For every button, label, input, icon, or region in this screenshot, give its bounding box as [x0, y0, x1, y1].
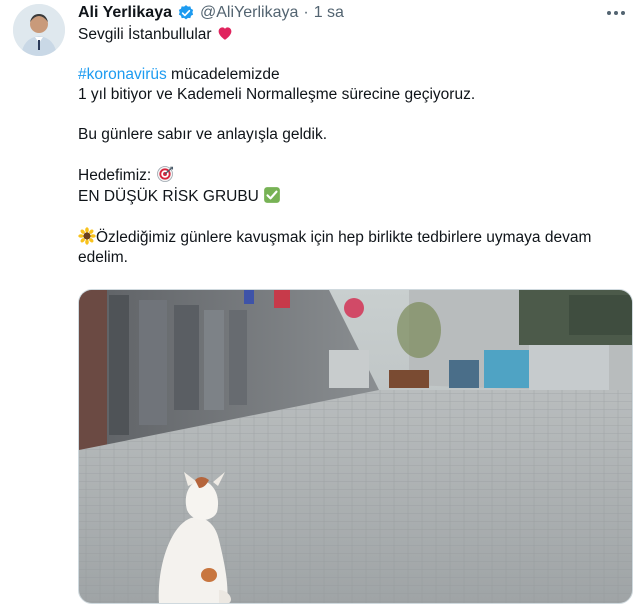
tweet-line-hashtag: #koronavirüs mücadelemizde: [78, 65, 633, 85]
tweet-text: Sevgili İstanbullular #koronavirüs mücad…: [78, 24, 633, 268]
tweet-line-risk-group: EN DÜŞÜK RİSK GRUBU: [78, 186, 633, 207]
check-emoji-icon: [263, 186, 281, 204]
author-name[interactable]: Ali Yerlikaya: [78, 4, 172, 22]
tweet-line-patience: Bu günlere sabır ve anlayışla geldik.: [78, 126, 328, 143]
goal-label: Hedefimiz:: [78, 167, 152, 184]
hashtag-followup-text: mücadelemizde: [166, 66, 280, 83]
avatar[interactable]: [13, 4, 65, 56]
author-handle[interactable]: @AliYerlikaya: [200, 4, 298, 22]
tweet-line-greeting: Sevgili İstanbullular: [78, 24, 633, 45]
tweet-header: Ali Yerlikaya @AliYerlikaya · 1 sa: [78, 2, 344, 24]
more-options-icon[interactable]: [604, 2, 628, 24]
tweet-line-closing: Özlediğimiz günlere kavuşmak için hep bi…: [78, 227, 633, 268]
tweet-timestamp[interactable]: 1 sa: [314, 4, 344, 22]
verified-badge-icon: [177, 4, 195, 22]
greeting-text: Sevgili İstanbullular: [78, 26, 212, 43]
sunflower-emoji-icon: [78, 227, 96, 245]
separator-dot: ·: [303, 4, 309, 21]
target-emoji-icon: [156, 165, 174, 183]
risk-group-text: EN DÜŞÜK RİSK GRUBU: [78, 188, 259, 205]
street-cat-photo: [79, 290, 632, 603]
closing-text: Özlediğimiz günlere kavuşmak için hep bi…: [78, 229, 592, 266]
hashtag-link[interactable]: #koronavirüs: [78, 66, 167, 83]
tweet[interactable]: Ali Yerlikaya @AliYerlikaya · 1 sa Sevgi…: [0, 0, 640, 605]
tweet-media-photo[interactable]: [78, 289, 633, 604]
tweet-line-goal: Hedefimiz:: [78, 165, 633, 186]
heart-emoji-icon: [216, 24, 234, 42]
tweet-line-normalization: 1 yıl bitiyor ve Kademeli Normalleşme sü…: [78, 86, 476, 103]
